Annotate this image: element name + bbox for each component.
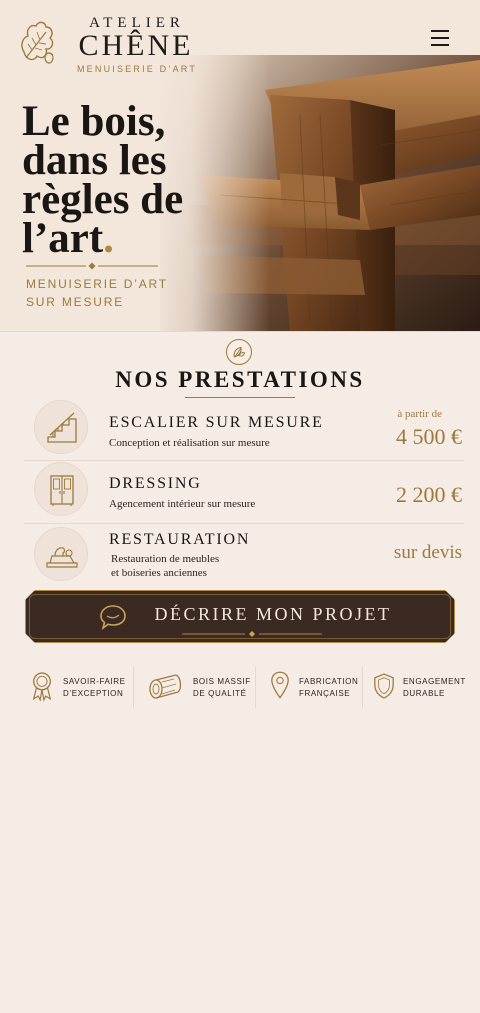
hamburger-line (431, 44, 449, 46)
hero-ornament-rule (26, 262, 158, 270)
feature-label-line2: DE QUALITÉ (193, 689, 247, 698)
site-header: ATELIER CHÊNE MENUISERIE D’ART (0, 0, 480, 80)
feature-separator (255, 666, 256, 708)
speech-bubble-icon (100, 605, 126, 631)
feature-label-line2: D’EXCEPTION (63, 689, 124, 698)
service-description-line2: et boiseries anciennes (111, 567, 207, 579)
section-title: NOS PRESTATIONS (115, 367, 365, 392)
service-item-restauration[interactable]: RESTAURATION Restauration de meubles et … (24, 525, 464, 585)
button-label: DÉCRIRE MON PROJET (154, 604, 392, 624)
wardrobe-icon (34, 462, 88, 516)
feature-label-line1: SAVOIR-FAIRE (63, 677, 126, 686)
service-description: Restauration de meubles et boiseries anc… (111, 552, 219, 580)
service-description-line1: Restauration de meubles (111, 553, 220, 565)
service-name: ESCALIER SUR MESURE (109, 414, 324, 431)
feature-label: ENGAGEMENT DURABLE (403, 676, 466, 700)
hero-title: Le bois, dans les règles de l’art. (22, 100, 192, 260)
feature-label-line2: DURABLE (403, 689, 445, 698)
brand-tagline: MENUISERIE D’ART (76, 64, 198, 74)
hamburger-line (431, 30, 449, 32)
service-divider (24, 460, 464, 461)
hamburger-menu-button[interactable] (428, 28, 452, 50)
brand-name[interactable]: CHÊNE (68, 29, 204, 63)
features-bar: SAVOIR-FAIRE D’EXCEPTION BOIS MASSIF DE … (20, 664, 465, 710)
wood-plane-icon (34, 527, 88, 581)
feature-savoir-faire: SAVOIR-FAIRE D’EXCEPTION (30, 664, 130, 710)
service-price: sur devis (393, 542, 462, 563)
hero-subtitle-line1: MENUISERIE D’ART (26, 277, 168, 291)
feature-label-line1: BOIS MASSIF (193, 677, 251, 686)
log-icon (149, 674, 182, 699)
feature-label-line1: FABRICATION (299, 677, 359, 686)
hero-bottom-divider (0, 331, 480, 332)
button-ornament-rule (182, 631, 322, 637)
describe-project-button[interactable]: DÉCRIRE MON PROJET (25, 590, 455, 643)
feature-label: SAVOIR-FAIRE D’EXCEPTION (63, 676, 126, 700)
feature-bois-massif: BOIS MASSIF DE QUALITÉ (148, 664, 258, 710)
oak-leaf-logo-icon[interactable] (18, 18, 56, 66)
shield-icon (374, 673, 394, 699)
service-price: 2 200 € (396, 482, 462, 507)
hamburger-line (431, 37, 449, 39)
hero-subtitle-line2: SUR MESURE (26, 295, 125, 309)
feature-fabrication: FABRICATION FRANÇAISE (270, 664, 360, 710)
service-name: RESTAURATION (109, 531, 251, 548)
location-pin-icon (271, 671, 289, 699)
service-item-escalier[interactable]: ESCALIER SUR MESURE Conception et réalis… (24, 398, 464, 458)
service-name: DRESSING (109, 475, 202, 492)
feature-separator (362, 666, 363, 708)
page: Le bois, dans les règles de l’art. MENUI… (0, 0, 480, 1013)
service-item-dressing[interactable]: DRESSING Agencement intérieur sur mesure… (24, 462, 464, 522)
feature-separator (133, 666, 134, 708)
hero-title-line4: l’art (22, 215, 104, 262)
service-divider (24, 523, 464, 524)
hero-subtitle: MENUISERIE D’ART SUR MESURE (26, 275, 186, 311)
section-leaf-badge-icon (226, 339, 252, 365)
hero-title-dot: . (103, 215, 114, 262)
feature-label-line2: FRANÇAISE (299, 689, 351, 698)
feature-label: BOIS MASSIF DE QUALITÉ (193, 676, 251, 700)
staircase-icon (34, 400, 88, 454)
service-price: 4 500 € (396, 424, 462, 449)
feature-engagement: ENGAGEMENT DURABLE (373, 664, 465, 710)
award-ribbon-icon (32, 672, 52, 702)
feature-label: FABRICATION FRANÇAISE (299, 676, 358, 700)
service-price-prefix: à partir de (397, 408, 442, 420)
feature-label-line1: ENGAGEMENT (403, 677, 466, 686)
service-description: Agencement intérieur sur mesure (109, 498, 256, 510)
service-description: Conception et réalisation sur mesure (109, 437, 270, 449)
